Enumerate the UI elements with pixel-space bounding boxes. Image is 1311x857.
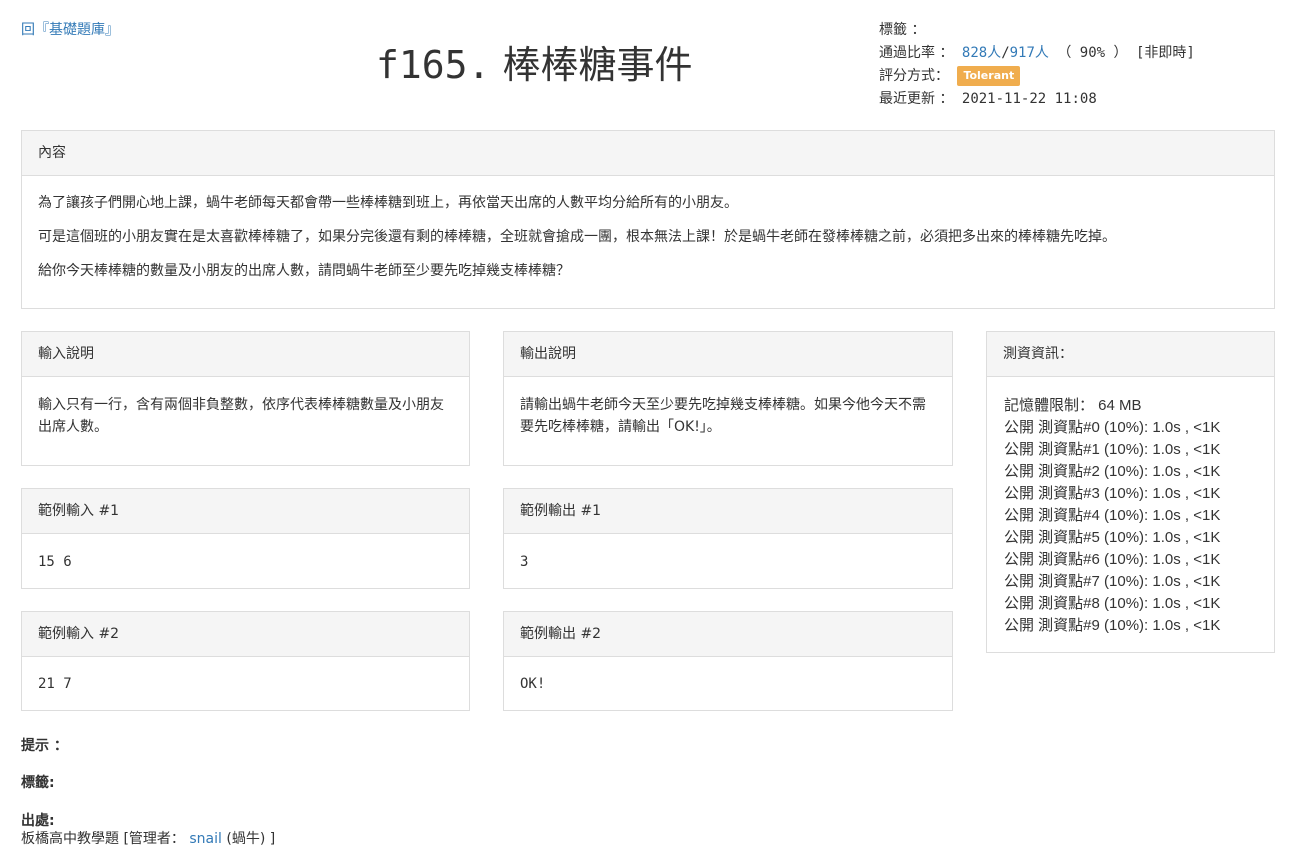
memory-limit: 記憶體限制： 64 MB [1004,397,1142,414]
test-case-line: 公開 測資點#2 (10%): 1.0s , <1K [1004,463,1221,480]
content-panel: 內容 為了讓孩子們開心地上課，蝸牛老師每天都會帶一些棒棒糖到班上，再依當天出席的… [21,130,1275,309]
back-to-basic-problems-link[interactable]: 回『基礎題庫』 [21,19,119,39]
hint-section: 提示 ： [21,735,68,755]
input-description-header: 輸入說明 [22,332,469,377]
problem-code: f165. [376,43,491,87]
sample-output-1-body[interactable]: 3 [504,534,952,589]
total-count-link[interactable]: 917人 [1010,45,1049,61]
test-info-body: 記憶體限制： 64 MB 公開 測資點#0 (10%): 1.0s , <1K … [987,377,1274,655]
problem-title: 棒棒糖事件 [502,43,693,87]
test-case-line: 公開 測資點#9 (10%): 1.0s , <1K [1004,617,1221,634]
tags-section: 標籤: [21,772,55,792]
input-description-panel: 輸入說明 輸入只有一行，含有兩個非負整數，依序代表棒棒糖數量及小朋友出席人數。 [21,331,470,466]
footer-tags-label: 標籤: [21,775,55,791]
updated-label: 最近更新 ： [879,91,954,107]
sample-output-2-panel: 範例輸出 #2 OK! [503,611,953,711]
content-header: 內容 [22,131,1274,176]
pass-separator: / [1001,45,1010,61]
test-case-line: 公開 測資點#0 (10%): 1.0s , <1K [1004,419,1221,436]
tags-label: 標籤 ： [879,22,926,38]
realtime-flag: [非即時] [1135,45,1195,61]
test-case-line: 公開 測資點#5 (10%): 1.0s , <1K [1004,529,1221,546]
source-label: 出處: [21,813,55,829]
pass-rate-label: 通過比率 ： [879,45,954,61]
updated-value: 2021-11-22 11:08 [961,91,1097,107]
test-info-header: 測資資訊： [987,332,1274,377]
passed-count-link[interactable]: 828人 [962,45,1001,61]
sample-input-2-panel: 範例輸入 #2 21 7 [21,611,470,711]
content-paragraph: 為了讓孩子們開心地上課，蝸牛老師每天都會帶一些棒棒糖到班上，再依當天出席的人數平… [38,195,738,211]
test-case-line: 公開 測資點#7 (10%): 1.0s , <1K [1004,573,1221,590]
content-paragraph: 給你今天棒棒糖的數量及小朋友的出席人數，請問蝸牛老師至少要先吃掉幾支棒棒糖？ [38,263,570,279]
admin-link[interactable]: snail [189,831,222,847]
sample-input-2-body[interactable]: 21 7 [22,657,469,711]
test-case-line: 公開 測資點#6 (10%): 1.0s , <1K [1004,551,1221,568]
sample-input-1-body[interactable]: 15 6 [22,534,469,589]
content-body: 為了讓孩子們開心地上課，蝸牛老師每天都會帶一些棒棒糖到班上，再依當天出席的人數平… [22,176,1274,310]
sample-input-1-header: 範例輸入 #1 [22,489,469,534]
scoring-label: 評分方式： [879,68,949,84]
output-description-body: 請輸出蝸牛老師今天至少要先吃掉幾支棒棒糖。如果今他今天不需要先吃棒棒糖，請輸出「… [520,397,926,435]
sample-input-1-panel: 範例輸入 #1 15 6 [21,488,470,589]
hint-label: 提示 ： [21,738,68,754]
pass-percent: （ 90% ） [1057,45,1128,61]
problem-meta: 標籤 ： 通過比率 ： 828人/917人 （ 90% ） [非即時] 評分方式… [879,19,1195,111]
sample-input-2-header: 範例輸入 #2 [22,612,469,657]
source-section: 出處: 板橋高中教學題 [管理者： snail (蝸牛) ] [21,810,275,850]
sample-output-1-panel: 範例輸出 #1 3 [503,488,953,589]
test-case-line: 公開 測資點#1 (10%): 1.0s , <1K [1004,441,1221,458]
test-case-line: 公開 測資點#3 (10%): 1.0s , <1K [1004,485,1221,502]
page-title: f165. 棒棒糖事件 [376,34,693,89]
test-info-panel: 測資資訊： 記憶體限制： 64 MB 公開 測資點#0 (10%): 1.0s … [986,331,1275,653]
scoring-badge: Tolerant [957,66,1021,86]
input-description-body: 輸入只有一行，含有兩個非負整數，依序代表棒棒糖數量及小朋友出席人數。 [38,397,444,435]
output-description-header: 輸出說明 [504,332,952,377]
test-case-line: 公開 測資點#4 (10%): 1.0s , <1K [1004,507,1221,524]
sample-output-2-header: 範例輸出 #2 [504,612,952,657]
output-description-panel: 輸出說明 請輸出蝸牛老師今天至少要先吃掉幾支棒棒糖。如果今他今天不需要先吃棒棒糖… [503,331,953,466]
sample-output-2-body[interactable]: OK! [504,657,952,711]
test-case-line: 公開 測資點#8 (10%): 1.0s , <1K [1004,595,1221,612]
sample-output-1-header: 範例輸出 #1 [504,489,952,534]
content-paragraph: 可是這個班的小朋友實在是太喜歡棒棒糖了，如果分完後還有剩的棒棒糖，全班就會搶成一… [38,229,1116,245]
admin-nickname: (蝸牛) ] [226,831,276,847]
source-text: 板橋高中教學題 [管理者： [21,831,185,847]
